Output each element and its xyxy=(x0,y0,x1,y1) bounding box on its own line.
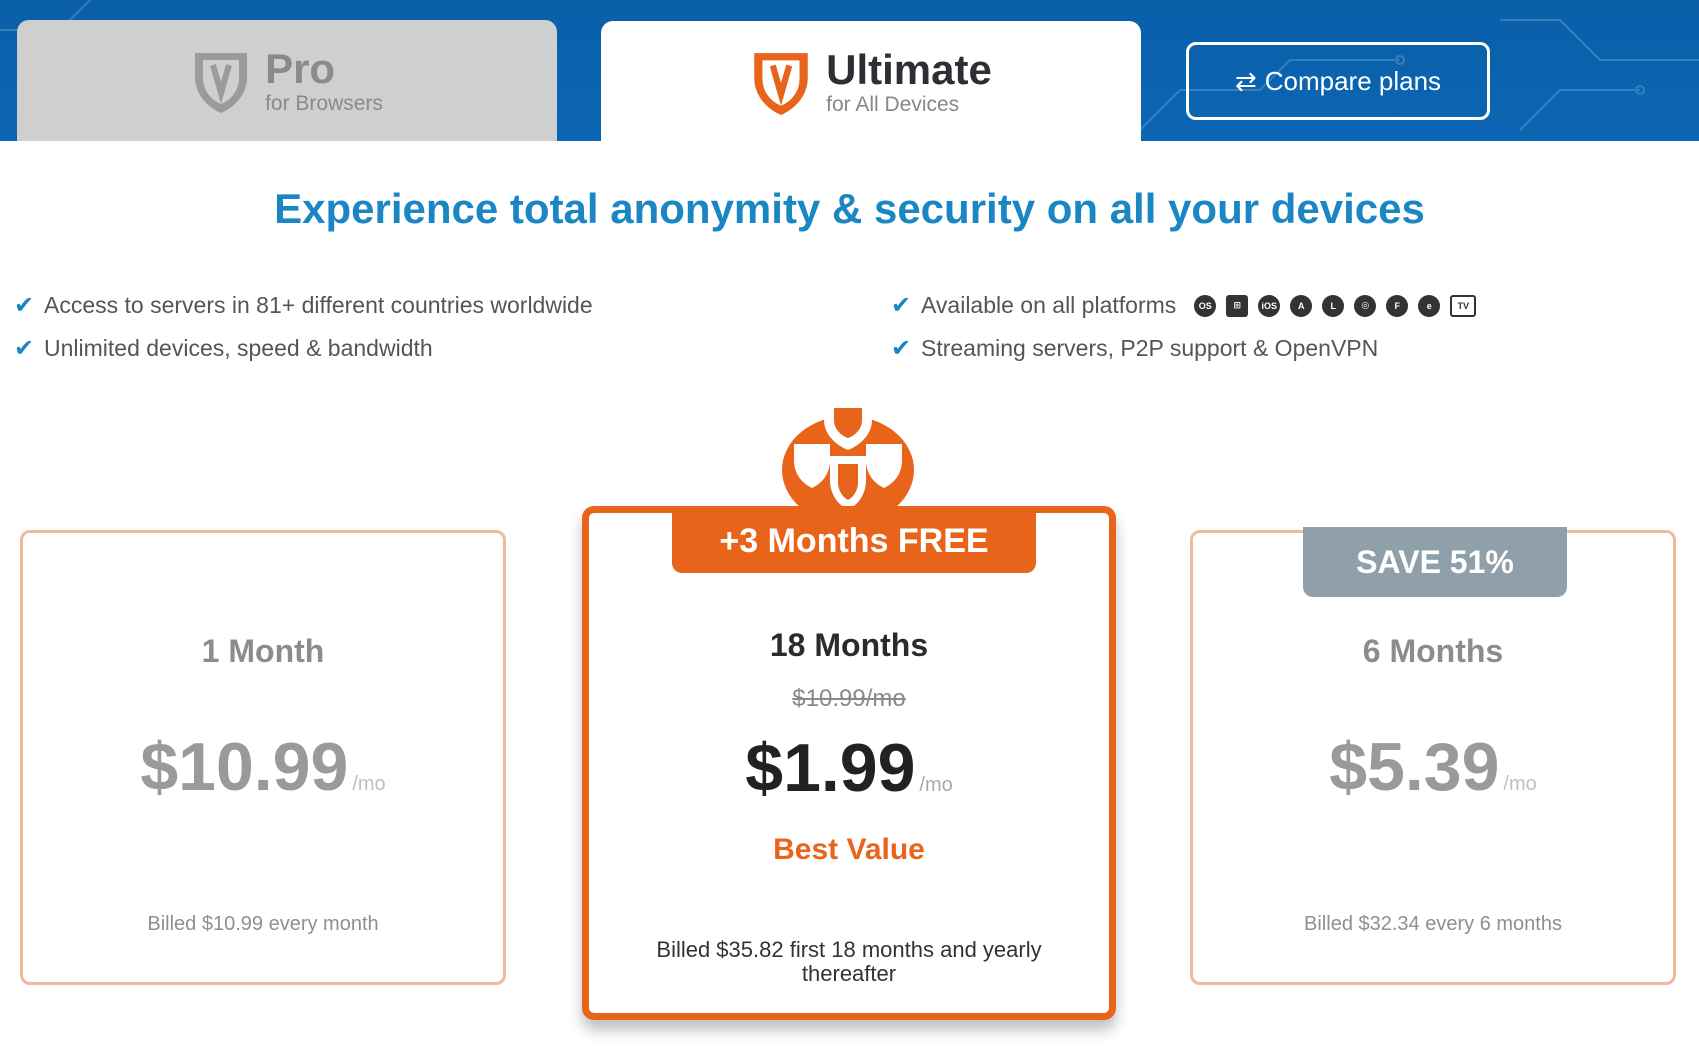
feature-item: ✔ Streaming servers, P2P support & OpenV… xyxy=(891,334,1378,363)
feature-text: Unlimited devices, speed & bandwidth xyxy=(44,335,433,361)
plan-price: $ 1.99 /mo xyxy=(589,729,1109,807)
plan-term: 6 Months xyxy=(1362,633,1504,669)
plan-card-6-months[interactable]: SAVE 51% 6 Months $ 5.39 /mo Billed $32.… xyxy=(1190,527,1676,985)
feature-text: Access to servers in 81+ different count… xyxy=(44,292,593,318)
shield-icon xyxy=(754,52,808,115)
compare-plans-button[interactable]: ⇄ Compare plans xyxy=(1186,42,1490,120)
feature-text: Streaming servers, P2P support & OpenVPN xyxy=(921,335,1379,361)
billing-note: Billed $35.82 first 18 months and yearly… xyxy=(656,937,1042,987)
android-icon: A xyxy=(1290,294,1313,317)
feature-item: ✔ Unlimited devices, speed & bandwidth xyxy=(14,334,433,363)
plan-term: 1 Month xyxy=(201,633,325,669)
price-amount: 10.99 xyxy=(178,729,349,805)
tv-icon: TV xyxy=(1450,294,1477,317)
shields-emblem-icon xyxy=(782,402,914,514)
plan-price: $ 10.99 /mo xyxy=(23,728,503,806)
check-icon: ✔ xyxy=(14,292,35,319)
compare-plans-label: Compare plans xyxy=(1264,65,1442,96)
tab-ultimate-title: Ultimate xyxy=(826,45,992,93)
feature-text: Available on all platforms xyxy=(921,292,1177,318)
check-icon: ✔ xyxy=(14,335,35,362)
chrome-icon: ◎ xyxy=(1354,294,1377,317)
billing-note: Billed $10.99 every month xyxy=(147,913,379,935)
tab-ultimate[interactable]: Ultimate for All Devices xyxy=(601,21,1141,141)
free-months-ribbon: +3 Months FREE xyxy=(672,509,1036,573)
swap-arrows-icon: ⇄ xyxy=(1234,65,1257,96)
check-icon: ✔ xyxy=(891,335,912,362)
check-icon: ✔ xyxy=(891,292,912,319)
edge-icon: e xyxy=(1418,294,1441,317)
price-amount: 1.99 xyxy=(783,730,916,806)
plan-tab-bar: Pro for Browsers Ultimate for All Device… xyxy=(0,0,1699,141)
page-headline: Experience total anonymity & security on… xyxy=(274,185,1425,232)
best-value-label: Best Value xyxy=(773,833,925,866)
tab-ultimate-subtitle: for All Devices xyxy=(826,92,960,116)
billing-note: Billed $32.34 every 6 months xyxy=(1304,913,1562,935)
plan-price: $ 5.39 /mo xyxy=(1193,728,1673,806)
feature-item: ✔ Access to servers in 81+ different cou… xyxy=(14,291,593,320)
price-currency: $ xyxy=(1329,729,1368,805)
plan-term: 18 Months xyxy=(769,627,929,663)
feature-item: ✔ Available on all platforms OS ⊞ iOS A … xyxy=(891,291,1477,320)
linux-icon: L xyxy=(1322,294,1345,317)
shield-icon xyxy=(195,52,248,113)
savings-badge: SAVE 51% xyxy=(1303,527,1567,597)
price-currency: $ xyxy=(745,730,784,806)
plan-card-1-month[interactable]: 1 Month $ 10.99 /mo Billed $10.99 every … xyxy=(20,530,506,985)
price-period: /mo xyxy=(352,773,386,795)
price-period: /mo xyxy=(1503,773,1537,795)
price-currency: $ xyxy=(140,729,179,805)
macos-icon: OS xyxy=(1194,294,1217,317)
platform-icons: OS ⊞ iOS A L ◎ F e TV xyxy=(1194,294,1477,317)
windows-icon: ⊞ xyxy=(1226,294,1249,317)
tab-pro[interactable]: Pro for Browsers xyxy=(17,20,557,141)
tab-pro-title: Pro xyxy=(265,44,336,92)
price-period: /mo xyxy=(919,774,953,796)
plan-card-18-months[interactable]: +3 Months FREE 18 Months $10.99/mo $ 1.9… xyxy=(582,506,1116,1020)
firefox-icon: F xyxy=(1386,294,1409,317)
price-amount: 5.39 xyxy=(1367,729,1500,805)
tab-pro-subtitle: for Browsers xyxy=(265,91,383,115)
original-price: $10.99/mo xyxy=(792,685,906,712)
ios-icon: iOS xyxy=(1258,294,1281,317)
